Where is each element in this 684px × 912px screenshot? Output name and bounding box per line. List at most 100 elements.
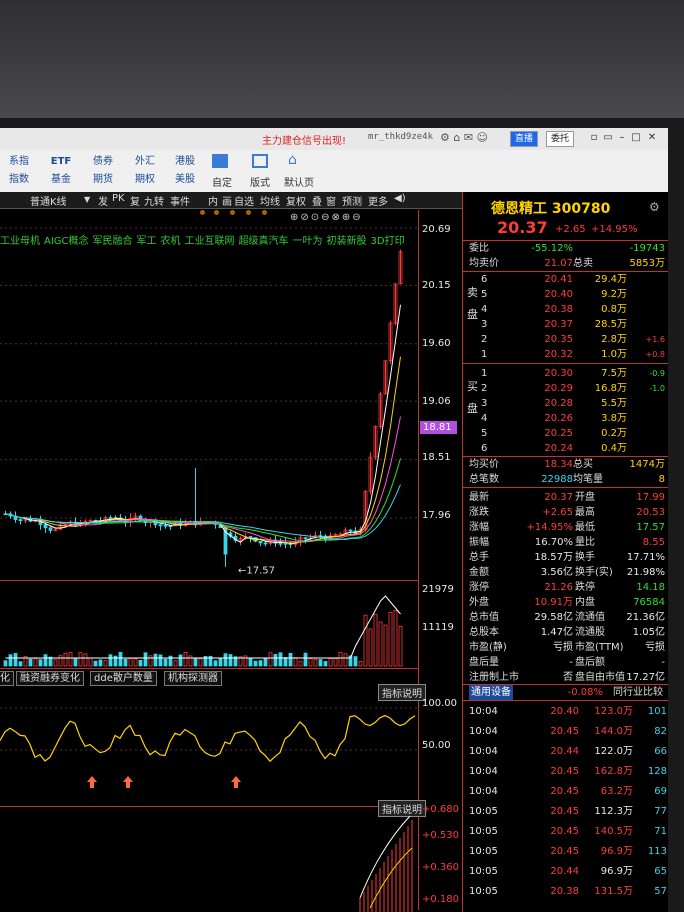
indicator-tabs: 化 融资融券变化 dde散户数量 机构探测器 xyxy=(0,668,418,686)
y-tick: 11119 xyxy=(422,622,454,633)
candle-body xyxy=(283,542,288,545)
volume-bar xyxy=(78,652,83,667)
volume-bar xyxy=(373,613,378,667)
menu-item-1[interactable]: PK xyxy=(112,193,125,204)
home-icon[interactable]: ⌂ xyxy=(288,152,297,168)
menu-item-2[interactable]: 复 xyxy=(130,193,140,208)
toolbar-btn-hk[interactable]: 港股 xyxy=(170,154,200,169)
custom-label[interactable]: 自定 xyxy=(212,174,232,189)
candle-body xyxy=(258,540,263,544)
volume-bar xyxy=(273,654,278,667)
menu-item-9[interactable]: 复权 xyxy=(286,193,306,208)
menu-item-6[interactable]: 画 xyxy=(222,193,232,208)
tab-margin-trading[interactable]: 融资融券变化 xyxy=(16,671,84,686)
moving-average-line xyxy=(5,458,401,542)
alert-message[interactable]: 主力建仓信号出现! xyxy=(262,132,346,147)
stat-row: 外盘 10.91万 内盘 76584 xyxy=(469,597,665,608)
deals-row: 总笔数 22988 均笔量 8 xyxy=(469,474,665,485)
candle-body xyxy=(48,527,53,531)
custom-icon[interactable] xyxy=(212,154,228,168)
candle-body xyxy=(43,524,48,529)
entrust-button[interactable]: 委托 xyxy=(546,131,575,147)
tick-row: 10:05 20.45 96.9万 113 xyxy=(469,846,667,857)
menu-item-13[interactable]: 更多 xyxy=(368,193,388,208)
tile-icon[interactable]: ▭ xyxy=(602,131,614,145)
window-icon[interactable]: ▫ xyxy=(588,131,600,145)
volume-bar xyxy=(128,658,133,667)
toolbar-btn-bond[interactable]: 债券 xyxy=(88,154,118,169)
volume-bar xyxy=(378,621,383,667)
layout-label[interactable]: 版式 xyxy=(250,174,270,189)
volume-bar xyxy=(338,651,343,667)
weibi-row: 委比 -55.12% -19743 xyxy=(469,243,665,254)
volume-bar xyxy=(303,652,308,667)
volume-bar xyxy=(118,651,123,667)
speaker-icon[interactable]: ◀) xyxy=(394,193,406,204)
sector-row: 通用设备 -0.08% 同行业比较 xyxy=(469,685,663,700)
toolbar-btn-index[interactable]: 指数 xyxy=(4,172,34,187)
toolbar-btn-us[interactable]: 美股 xyxy=(170,172,200,187)
default-page-label[interactable]: 默认页 xyxy=(284,174,314,189)
volume-bar xyxy=(58,655,63,667)
volume-bar xyxy=(253,660,258,667)
close-icon[interactable]: ✕ xyxy=(646,131,658,145)
y-tick: 20.15 xyxy=(422,280,451,291)
candle-body xyxy=(303,537,308,540)
stat-row: 总手 18.57万 换手 17.71% xyxy=(469,552,665,563)
settings-icon[interactable]: ⚙ xyxy=(649,200,660,214)
volume-bar xyxy=(308,658,313,667)
menu-item-7[interactable]: 自选 xyxy=(234,193,254,208)
account-icons[interactable]: ⚙ ⌂ ✉ ☺ xyxy=(440,131,488,144)
quote-panel: 德恩精工 300780 ⚙ 20.37 +2.65 +14.95% 委比 -55… xyxy=(462,192,668,912)
avg-sell-row: 均卖价 21.07 总卖 5853万 xyxy=(469,258,665,269)
toolbar-btn-options[interactable]: 期权 xyxy=(130,172,160,187)
indicator-bar-chart[interactable] xyxy=(0,808,418,912)
tab-dde-retail[interactable]: dde散户数量 xyxy=(90,671,157,686)
menu-item-3[interactable]: 九转 xyxy=(144,193,164,208)
period-select[interactable]: 普通K线 xyxy=(30,193,67,208)
avg-buy-row: 均买价 18.34 总买 1474万 xyxy=(469,459,665,470)
menu-item-10[interactable]: 叠 xyxy=(312,193,322,208)
volume-average-line xyxy=(5,595,401,659)
stat-row: 涨跌 +2.65 最高 20.53 xyxy=(469,507,665,518)
volume-bar xyxy=(393,609,398,667)
tick-row: 10:04 20.44 122.0万 66 xyxy=(469,746,667,757)
tab-0[interactable]: 化 xyxy=(0,671,14,686)
live-button[interactable]: 直播 xyxy=(510,131,539,147)
volume-bar xyxy=(98,659,103,667)
menu-item-12[interactable]: 预测 xyxy=(342,193,362,208)
y-tick: +0.680 xyxy=(422,804,460,815)
volume-bar xyxy=(228,654,233,667)
sell-level-row: 2 20.35 2.8万 +1.6 xyxy=(481,334,665,345)
chevron-down-icon[interactable]: ▼ xyxy=(84,195,90,204)
toolbar-btn-fund[interactable]: 基金 xyxy=(46,172,76,187)
menu-item-5[interactable]: 内 xyxy=(208,193,218,208)
menu-item-8[interactable]: 均线 xyxy=(260,193,280,208)
moving-average-line xyxy=(5,304,401,545)
tab-institution-detector[interactable]: 机构探测器 xyxy=(164,671,222,686)
tick-row: 10:05 20.45 140.5万 71 xyxy=(469,826,667,837)
volume-bar xyxy=(183,651,188,667)
indicator-line-chart[interactable] xyxy=(0,696,418,806)
menu-item-4[interactable]: 事件 xyxy=(170,193,190,208)
minimize-icon[interactable]: – xyxy=(616,131,628,145)
candlestick-chart[interactable]: ←17.57 xyxy=(0,210,418,580)
menu-item-11[interactable]: 窗 xyxy=(326,193,336,208)
volume-chart[interactable] xyxy=(0,582,418,668)
sell-level-row: 5 20.40 9.2万 xyxy=(481,289,627,300)
volume-bar xyxy=(13,653,18,667)
stat-row: 注册制上市否盘自由市值 17.27亿 xyxy=(469,672,665,683)
tick-row: 10:04 20.45 144.0万 82 xyxy=(469,726,667,737)
maximize-icon[interactable]: □ xyxy=(630,131,642,145)
toolbar-btn-etf[interactable]: ETF xyxy=(46,154,76,169)
volume-bar xyxy=(18,661,23,667)
stat-row: 盘后量 - 盘后额 - xyxy=(469,657,665,668)
layout-icon[interactable] xyxy=(252,154,268,168)
menu-item-0[interactable]: 发 xyxy=(98,193,108,208)
volume-bar xyxy=(223,653,228,667)
toolbar-btn-futures[interactable]: 期货 xyxy=(88,172,118,187)
buy-level-row: 2 20.29 16.8万 -1.0 xyxy=(481,383,665,394)
toolbar-btn-forex[interactable]: 外汇 xyxy=(130,154,160,169)
toolbar-btn-0[interactable]: 系指 xyxy=(4,154,34,169)
y-tick: 50.00 xyxy=(422,740,451,751)
